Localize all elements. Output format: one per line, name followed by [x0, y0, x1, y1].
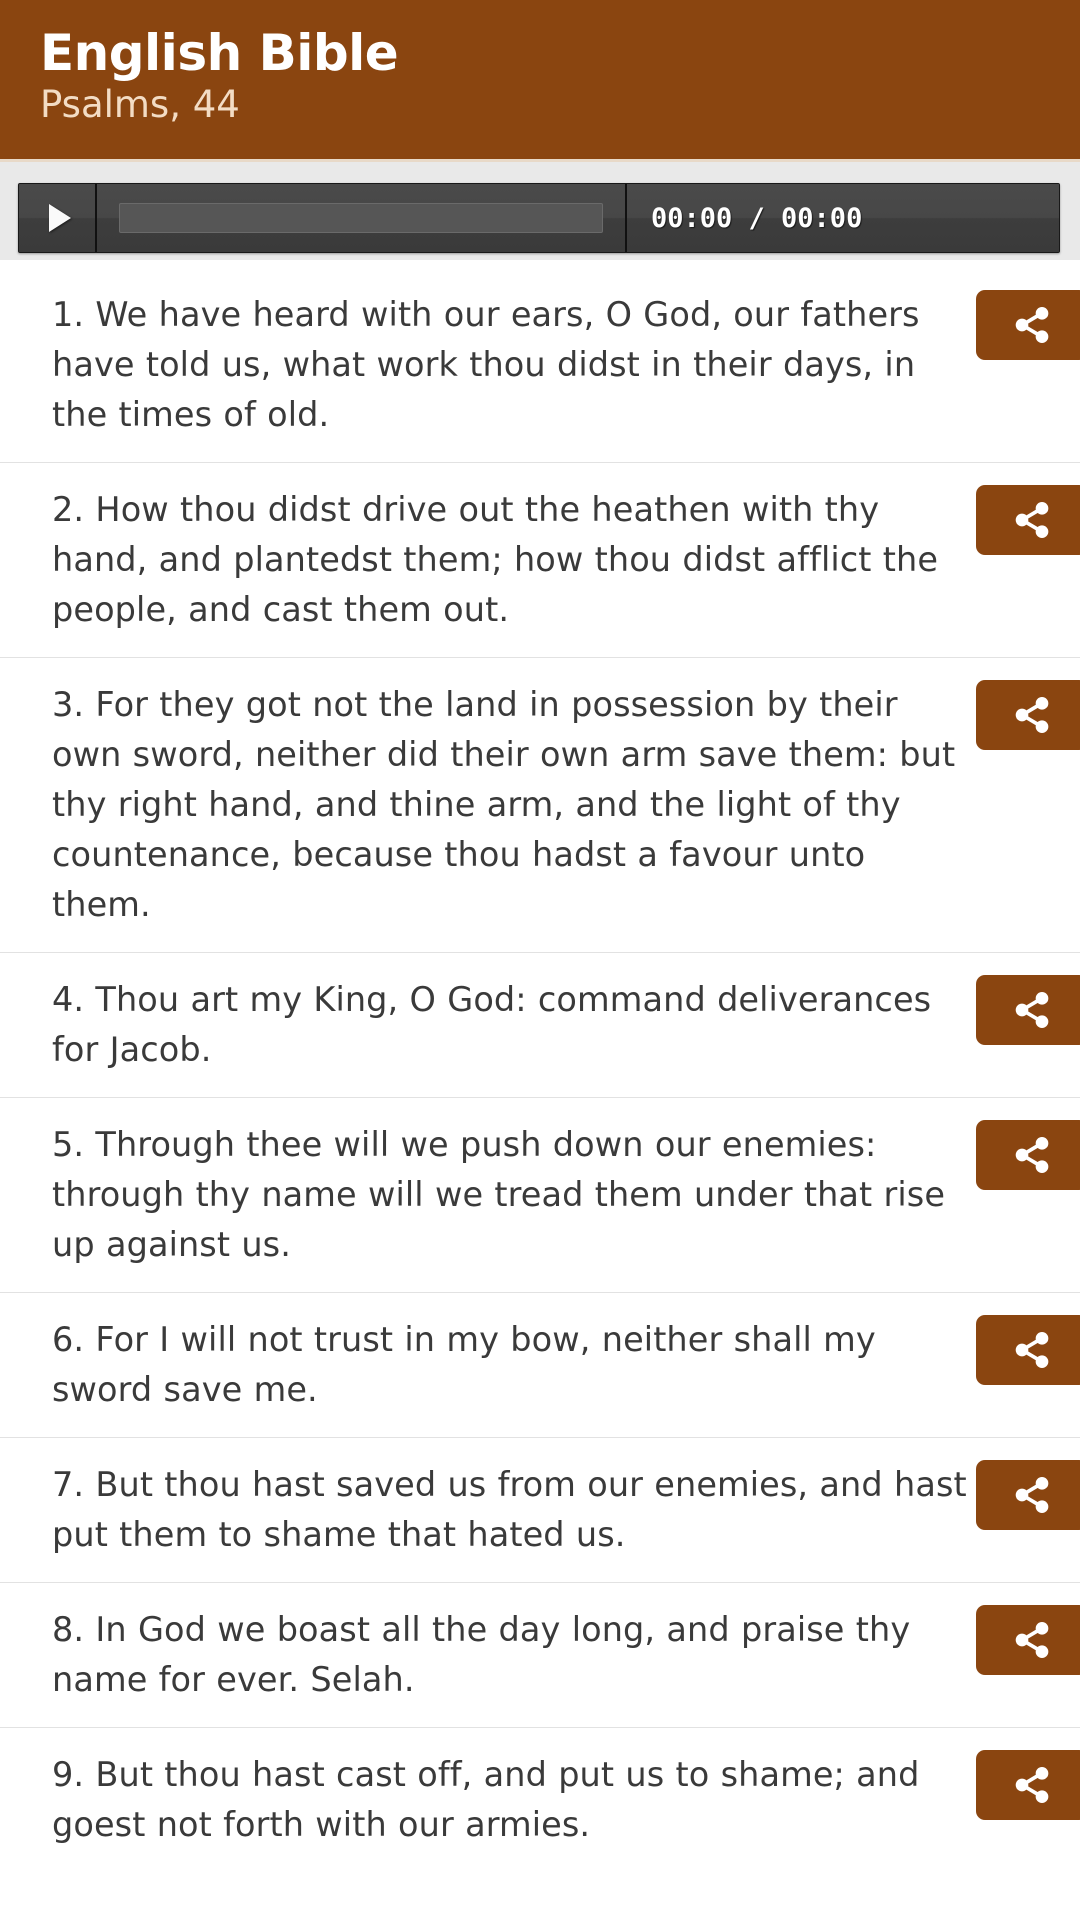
share-button[interactable] — [976, 1750, 1080, 1820]
share-button[interactable] — [976, 680, 1080, 750]
time-display: 00:00 / 00:00 — [651, 202, 863, 234]
share-icon — [1015, 696, 1049, 733]
verse-text: 2. How thou didst drive out the heathen … — [52, 490, 939, 629]
share-icon — [1015, 991, 1049, 1028]
share-button[interactable] — [976, 975, 1080, 1045]
verse-text: 5. Through thee will we push down our en… — [52, 1125, 946, 1264]
audio-player-container: 00:00 / 00:00 — [0, 162, 1080, 260]
verse-text: 8. In God we boast all the day long, and… — [52, 1610, 911, 1699]
share-icon — [1015, 1331, 1049, 1368]
verse-row: 3. For they got not the land in possessi… — [0, 657, 1080, 952]
verse-row: 8. In God we boast all the day long, and… — [0, 1582, 1080, 1727]
page-title: English Bible — [40, 24, 399, 82]
verse-row: 6. For I will not trust in my bow, neith… — [0, 1292, 1080, 1437]
verse-row: 2. How thou didst drive out the heathen … — [0, 462, 1080, 657]
verse-row: 9. But thou hast cast off, and put us to… — [0, 1727, 1080, 1872]
verse-text: 1. We have heard with our ears, O God, o… — [52, 295, 920, 434]
share-icon — [1015, 1766, 1049, 1803]
verse-text: 7. But thou hast saved us from our enemi… — [52, 1465, 967, 1554]
verse-row: 5. Through thee will we push down our en… — [0, 1097, 1080, 1292]
verse-text: 9. But thou hast cast off, and put us to… — [52, 1755, 920, 1844]
share-button[interactable] — [976, 1315, 1080, 1385]
verse-list: 1. We have heard with our ears, O God, o… — [0, 260, 1080, 1872]
play-button[interactable] — [19, 184, 97, 252]
share-button[interactable] — [976, 1605, 1080, 1675]
share-icon — [1015, 306, 1049, 343]
time-display-area: 00:00 / 00:00 — [627, 184, 1059, 252]
verse-row: 1. We have heard with our ears, O God, o… — [0, 264, 1080, 462]
progress-track[interactable] — [119, 203, 603, 233]
share-icon — [1015, 501, 1049, 538]
verse-row: 7. But thou hast saved us from our enemi… — [0, 1437, 1080, 1582]
share-icon — [1015, 1621, 1049, 1658]
play-triangle-icon — [48, 204, 71, 232]
verse-text: 3. For they got not the land in possessi… — [52, 685, 956, 924]
page-subtitle: Psalms, 44 — [40, 83, 240, 126]
verse-text: 6. For I will not trust in my bow, neith… — [52, 1320, 876, 1409]
share-button[interactable] — [976, 485, 1080, 555]
verse-row: 4. Thou art my King, O God: command deli… — [0, 952, 1080, 1097]
audio-player[interactable]: 00:00 / 00:00 — [18, 183, 1060, 253]
share-button[interactable] — [976, 290, 1080, 360]
share-button[interactable] — [976, 1120, 1080, 1190]
app-header: English Bible Psalms, 44 — [0, 0, 1080, 162]
share-button[interactable] — [976, 1460, 1080, 1530]
share-icon — [1015, 1476, 1049, 1513]
progress-scrubber[interactable] — [97, 184, 627, 252]
share-icon — [1015, 1136, 1049, 1173]
verse-text: 4. Thou art my King, O God: command deli… — [52, 980, 932, 1069]
